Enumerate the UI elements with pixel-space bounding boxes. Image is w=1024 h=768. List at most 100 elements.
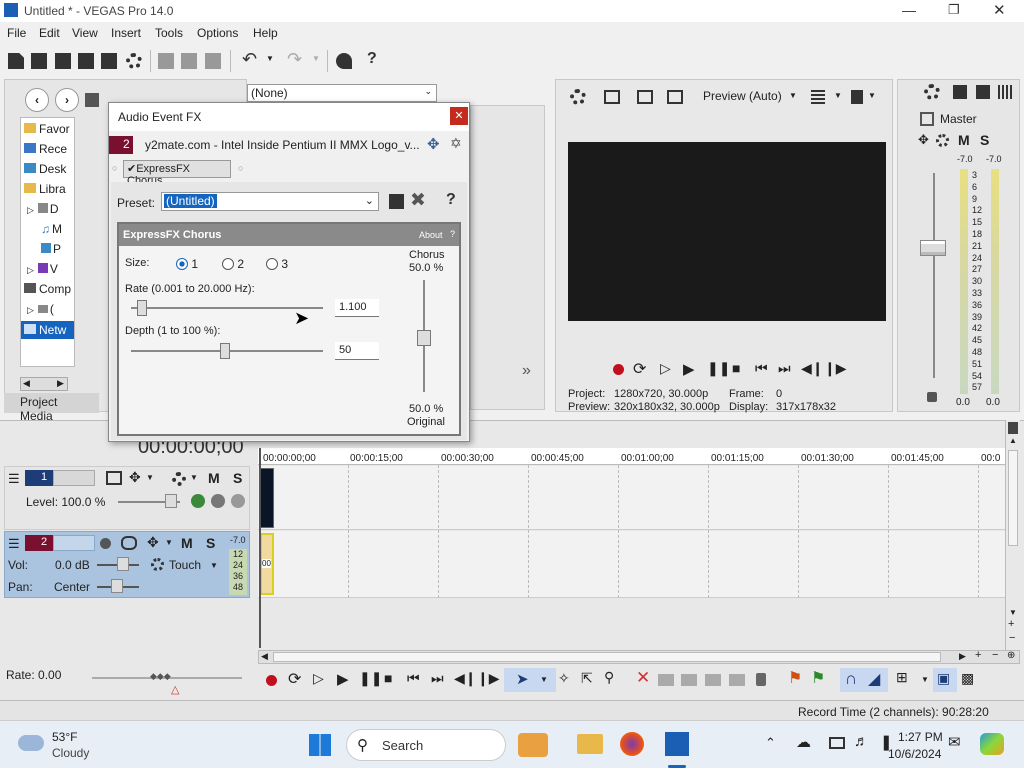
stop-icon[interactable]: ■ (732, 360, 740, 376)
menu-file[interactable]: File (7, 26, 26, 40)
documents-item[interactable]: ▷ D (27, 202, 59, 216)
chevron-down-icon[interactable]: ▼ (165, 538, 173, 547)
motion-icon[interactable]: ✥ (129, 469, 141, 486)
taskbar-search[interactable]: ⚲ Search (346, 729, 506, 761)
mixer-faders-icon[interactable] (998, 85, 1012, 99)
pin-icon[interactable] (1008, 422, 1018, 434)
record-icon[interactable] (266, 675, 277, 686)
stop-icon[interactable]: ■ (384, 670, 392, 686)
timeline-vscroll[interactable]: ▲ ▼ + − (1005, 420, 1020, 650)
mixer-settings-gear-icon[interactable] (924, 84, 940, 100)
render-icon[interactable] (101, 53, 117, 69)
tree-scrollbar[interactable]: ◀ ▶ (20, 377, 68, 391)
lock-envelopes-icon[interactable]: ▣ (937, 670, 950, 687)
zoom-fit-icon[interactable]: ⊕ (1007, 650, 1015, 661)
split-screen-icon[interactable] (637, 90, 653, 104)
menu-tools[interactable]: Tools (155, 26, 183, 40)
play-from-start-icon[interactable]: ▷ (660, 360, 671, 377)
automation-mode[interactable]: Touch (169, 558, 201, 572)
firefox-icon[interactable] (620, 732, 644, 756)
arm-record-icon[interactable] (100, 538, 111, 549)
split-icon[interactable] (729, 674, 745, 686)
vegas-taskbar-icon[interactable] (665, 732, 689, 756)
bus-fx-gear-icon[interactable] (936, 134, 949, 147)
record-icon[interactable] (613, 364, 624, 375)
menu-edit[interactable]: Edit (39, 26, 60, 40)
restore-icon[interactable]: ❐ (948, 2, 960, 18)
clock-date[interactable]: 10/6/2024 (888, 747, 941, 761)
depth-value-field[interactable]: 50 (335, 342, 379, 360)
network-item[interactable]: Netw (21, 321, 74, 339)
composite-mode-icon[interactable] (191, 494, 205, 508)
scroll-left-icon[interactable]: ◀ (23, 378, 30, 389)
zoom-out-icon[interactable]: − (992, 649, 998, 661)
paste-icon[interactable] (205, 53, 221, 69)
chevron-down-icon[interactable]: ▼ (190, 473, 198, 482)
fx-chain-item[interactable]: ✔ExpressFX Chorus (123, 160, 231, 187)
track-2-name-field[interactable] (53, 535, 95, 551)
play-icon[interactable]: ▶ (683, 360, 695, 378)
video-track-lane[interactable] (258, 466, 1005, 530)
zoom-in-icon[interactable]: + (1008, 618, 1014, 630)
master-solo-button[interactable]: S (980, 132, 989, 148)
weather-cloud-icon[interactable] (18, 735, 44, 751)
pictures-item[interactable]: P (41, 242, 61, 256)
computer-item[interactable]: Comp (24, 282, 71, 296)
size-option-1[interactable]: 1 (176, 257, 198, 271)
chevron-down-icon[interactable]: ▼ (868, 91, 876, 100)
more-icon[interactable]: » (522, 362, 531, 380)
next-frame-icon[interactable]: ❙▶ (824, 360, 847, 377)
bypass-checkbox-icon[interactable]: ✔ (127, 163, 136, 175)
compositing-icon[interactable] (106, 471, 122, 485)
selection-tool-icon[interactable]: ⇱ (581, 670, 593, 687)
whats-this-help-icon[interactable]: ? (367, 50, 377, 68)
libraries-item[interactable]: Libra (24, 182, 66, 196)
desktop-item[interactable]: Desk (24, 162, 66, 176)
copy-icon[interactable] (181, 53, 197, 69)
copy-snapshot-icon[interactable] (851, 90, 863, 104)
master-fader[interactable] (920, 240, 946, 256)
recent-item[interactable]: Rece (24, 142, 67, 156)
cut-icon[interactable] (158, 53, 174, 69)
region-icon[interactable]: ⚑ (811, 668, 825, 688)
scroll-down-icon[interactable]: ▼ (1009, 608, 1017, 617)
previous-frame-icon[interactable]: ◀❙ (454, 670, 477, 687)
delete-icon[interactable]: ✕ (636, 668, 650, 688)
zoom-out-icon[interactable]: − (1009, 632, 1015, 644)
rate-value-field[interactable]: 1.100 (335, 299, 379, 317)
redo-icon[interactable]: ↷ (287, 49, 302, 70)
preset-combo[interactable]: (Untitled) ⌄ (161, 192, 379, 211)
forward-button[interactable]: › (55, 88, 79, 112)
track-2-mute-button[interactable]: M (181, 535, 193, 551)
overlays-icon[interactable] (667, 90, 683, 104)
project-media-tab[interactable]: Project Media (4, 393, 99, 423)
help-icon[interactable]: ? (446, 191, 456, 209)
display-icon[interactable] (829, 737, 845, 749)
go-to-start-icon[interactable]: ⏮ (755, 360, 768, 377)
plugin-chain-icon[interactable]: ✥ (427, 135, 440, 153)
trim-icon[interactable] (658, 674, 674, 686)
lock-icon[interactable] (927, 392, 937, 402)
go-to-end-icon[interactable]: ⏭ (778, 360, 791, 377)
track-fx-gear-icon[interactable] (172, 472, 186, 486)
play-from-start-icon[interactable]: ▷ (313, 670, 324, 687)
redo-dropdown-icon[interactable]: ▼ (312, 54, 320, 63)
rate-slider-thumb[interactable]: ◆◆◆ (150, 671, 174, 681)
size-option-3[interactable]: 3 (266, 257, 288, 271)
open-folder-icon[interactable] (31, 53, 47, 69)
lock-icon[interactable] (756, 673, 766, 686)
copilot-icon[interactable] (980, 733, 1004, 755)
vscroll-thumb[interactable] (1008, 450, 1018, 546)
scroll-left-icon[interactable]: ◀ (261, 651, 268, 662)
scroll-right-icon[interactable]: ▶ (959, 651, 966, 662)
menu-options[interactable]: Options (197, 26, 238, 40)
back-button[interactable]: ‹ (25, 88, 49, 112)
ignore-grouping-icon[interactable]: ▩ (961, 670, 974, 687)
level-slider[interactable] (165, 494, 177, 508)
pause-icon[interactable]: ❚❚ (359, 670, 382, 687)
size-option-2[interactable]: 2 (222, 257, 244, 271)
next-frame-icon[interactable]: ❙▶ (477, 670, 500, 687)
trim-end-icon[interactable] (705, 674, 721, 686)
search-highlight-icon[interactable] (518, 733, 548, 757)
auto-crossfade-icon[interactable]: ◢ (868, 669, 880, 689)
